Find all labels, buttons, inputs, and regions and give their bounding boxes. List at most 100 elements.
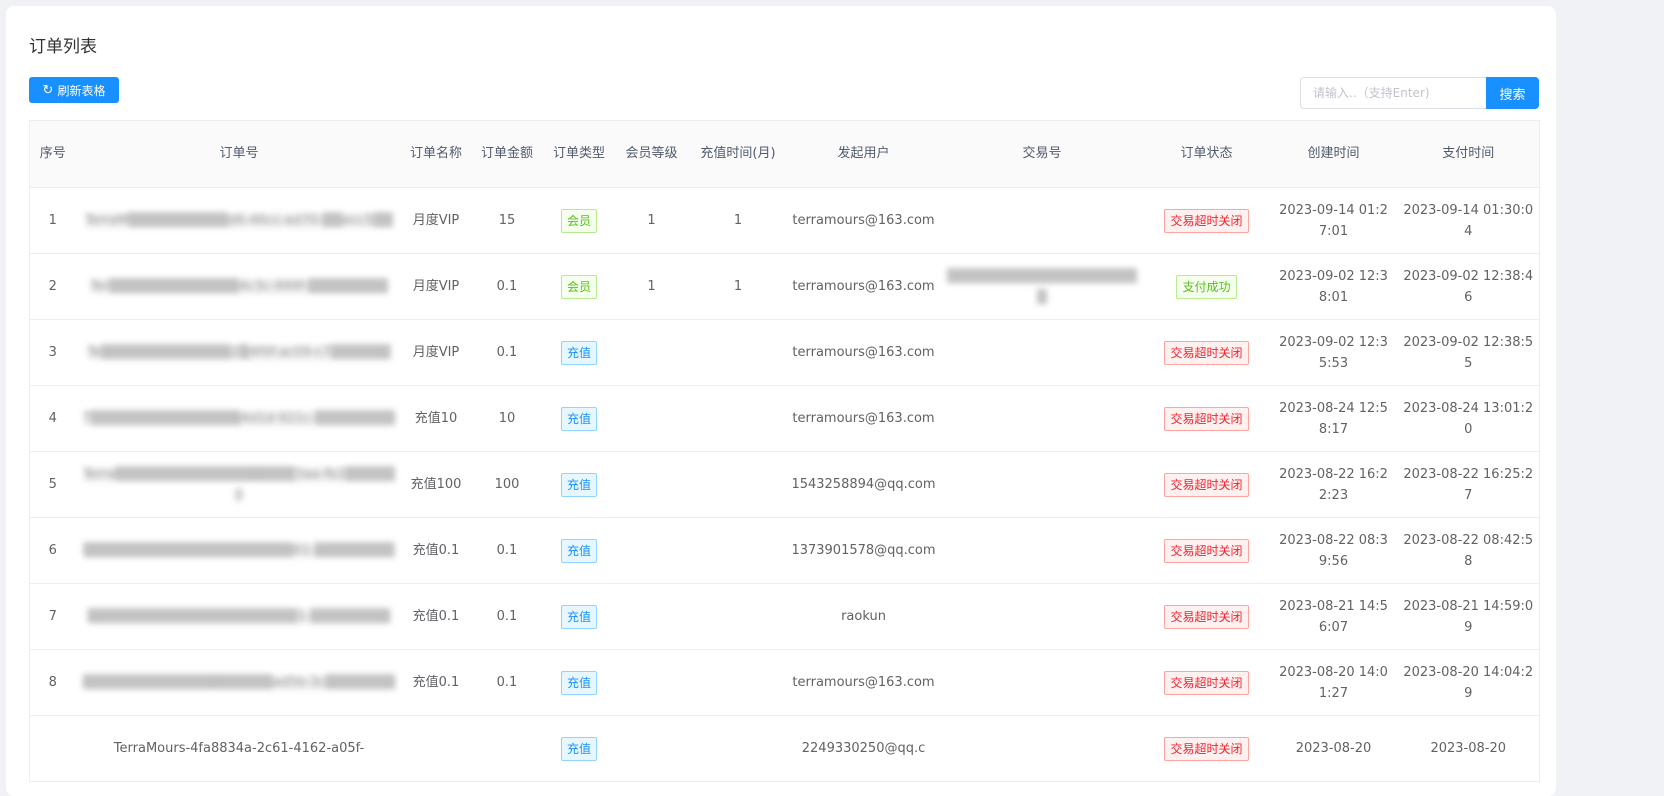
cell-paid: 2023-08-20 14:04:29 bbox=[1397, 649, 1540, 716]
cell-months bbox=[689, 319, 787, 386]
column-header: 支付时间 bbox=[1397, 120, 1540, 188]
cell-amount: 0.1 bbox=[469, 517, 545, 584]
table-row[interactable]: 3 Te▒▒▒▒▒▒▒▒▒▒▒▒▒2▒4f0f-ac09-c7▒▒▒▒▒▒ 月度VI… bbox=[29, 319, 1540, 386]
table-header-row: 序号 订单号 订单名称 订单金额 订单类型 会员等级 充值时间(月) 发起用户 交易号 订单状态创… bbox=[29, 120, 1540, 188]
page-title: 订单列表 bbox=[29, 37, 97, 57]
cell-text: raokun bbox=[841, 609, 886, 624]
search-button[interactable]: 搜索 bbox=[1486, 77, 1539, 109]
cell-seq: 3 bbox=[29, 319, 76, 386]
cell-text: 5 bbox=[48, 477, 57, 492]
refresh-table-button[interactable]: ↻ 刷新表格 bbox=[29, 77, 119, 103]
cell-text: 1 bbox=[647, 279, 656, 294]
cell-seq: 7 bbox=[29, 583, 76, 650]
cell-text: 1 bbox=[733, 279, 743, 294]
table-row[interactable]: 6 ▒▒▒▒▒▒▒▒▒▒▒▒▒▒▒▒▒▒▒▒▒61-▒▒▒▒▒▒▒▒ 充值0.1 0.… bbox=[29, 517, 1540, 584]
table-row[interactable]: 5 Terra▒▒▒▒▒▒▒▒▒▒▒▒▒▒▒▒▒▒3aa-fb2▒▒▒▒▒0 充值1… bbox=[29, 451, 1540, 518]
cell-status: 支付成功 bbox=[1143, 253, 1270, 320]
order-status-badge: 支付成功 bbox=[1176, 274, 1237, 299]
table-row[interactable]: 1 TerraM▒▒▒▒▒▒▒▒▒▒d6-46cc-ad70-▒▒ecc5▒▒ 月度… bbox=[29, 187, 1540, 254]
cell-created: 2023-08-20 bbox=[1269, 715, 1398, 782]
cell-text: 2023-09-02 12:38:46 bbox=[1403, 268, 1534, 305]
cell-trade-no bbox=[940, 385, 1144, 452]
cell-text: 月度VIP bbox=[412, 345, 460, 360]
order-status-badge: 交易超时关闭 bbox=[1164, 340, 1249, 365]
cell-text: 2023-09-02 12:35:53 bbox=[1279, 334, 1388, 371]
cell-name: 充值0.1 bbox=[402, 583, 470, 650]
order-type-tag: 充值 bbox=[560, 406, 597, 431]
cell-text: 2023-08-22 16:25:27 bbox=[1403, 466, 1534, 503]
cell-name: 充值100 bbox=[402, 451, 470, 518]
column-header: 订单名称 bbox=[402, 120, 470, 188]
cell-text: Te▒▒▒▒▒▒▒▒▒▒▒▒▒2▒4f0f-ac09-c7▒▒▒▒▒▒ bbox=[87, 345, 391, 360]
table-row[interactable]: 2 Ter▒▒▒▒▒▒▒▒▒▒▒▒▒4c3c-999f-▒▒▒▒▒▒▒▒ 月度VIP… bbox=[29, 253, 1540, 320]
cell-order-no: ▒▒▒▒▒▒▒▒▒▒▒▒▒▒▒▒▒▒▒▒▒61-▒▒▒▒▒▒▒▒ bbox=[75, 517, 403, 584]
cell-user: 2249330250@qq.c bbox=[786, 715, 941, 782]
cell-text: 2023-08-22 16:22:23 bbox=[1279, 466, 1388, 503]
cell-text: 2023-09-14 01:27:01 bbox=[1279, 202, 1388, 239]
cell-text: terramours@163.com bbox=[792, 675, 935, 690]
cell-level bbox=[613, 385, 690, 452]
cell-created: 2023-08-22 16:22:23 bbox=[1269, 451, 1398, 518]
cell-text: 月度VIP bbox=[412, 279, 460, 294]
table-row[interactable]: 4 T▒▒▒▒▒▒▒▒▒▒▒▒▒▒▒4d1d-921c-▒▒▒▒▒▒▒▒ 充值10 1… bbox=[29, 385, 1540, 452]
cell-seq: 2 bbox=[29, 253, 76, 320]
cell-text: ▒▒▒▒▒▒▒▒▒▒▒▒▒▒▒▒▒▒▒▒▒61-▒▒▒▒▒▒▒▒ bbox=[83, 543, 395, 558]
cell-type: 充值 bbox=[544, 583, 614, 650]
order-status-badge: 交易超时关闭 bbox=[1164, 472, 1249, 497]
cell-name bbox=[402, 715, 470, 782]
cell-trade-no bbox=[940, 451, 1144, 518]
cell-created: 2023-08-24 12:58:17 bbox=[1269, 385, 1398, 452]
cell-trade-no bbox=[940, 517, 1144, 584]
cell-name: 月度VIP bbox=[402, 253, 470, 320]
cell-name: 充值0.1 bbox=[402, 649, 470, 716]
cell-trade-no bbox=[940, 187, 1144, 254]
column-header: 发起用户 bbox=[786, 120, 941, 188]
cell-paid: 2023-08-22 08:42:58 bbox=[1397, 517, 1540, 584]
cell-text: 15 bbox=[498, 213, 516, 228]
table-row[interactable]: 8 ▒▒▒▒▒▒▒▒▒▒▒▒▒▒▒▒▒▒▒ad5b-3c▒▒▒▒▒▒▒ 充值0.1 0… bbox=[29, 649, 1540, 716]
cell-level bbox=[613, 649, 690, 716]
cell-seq: 6 bbox=[29, 517, 76, 584]
cell-order-no: ▒▒▒▒▒▒▒▒▒▒▒▒▒▒▒▒▒▒▒ad5b-3c▒▒▒▒▒▒▒ bbox=[75, 649, 403, 716]
search-input[interactable] bbox=[1300, 77, 1486, 109]
cell-months bbox=[689, 583, 787, 650]
cell-order-no: T▒▒▒▒▒▒▒▒▒▒▒▒▒▒▒4d1d-921c-▒▒▒▒▒▒▒▒ bbox=[75, 385, 403, 452]
cell-text: terramours@163.com bbox=[792, 411, 935, 426]
cell-amount: 0.1 bbox=[469, 649, 545, 716]
cell-type: 会员 bbox=[544, 187, 614, 254]
order-status-badge: 交易超时关闭 bbox=[1164, 208, 1249, 233]
cell-text: TerraM▒▒▒▒▒▒▒▒▒▒d6-46cc-ad70-▒▒ecc5▒▒ bbox=[84, 213, 394, 228]
order-type-tag: 充值 bbox=[560, 340, 597, 365]
cell-text: ▒▒▒▒▒▒▒▒▒▒▒▒▒▒▒▒▒▒▒ad5b-3c▒▒▒▒▒▒▒ bbox=[82, 675, 396, 690]
order-type-tag: 充值 bbox=[560, 604, 597, 629]
content-card: 订单列表 ↻ 刷新表格 搜索 序号订单号订单名称订单金额订单类型会员等级充值时间… bbox=[6, 6, 1556, 796]
cell-text: 3 bbox=[48, 345, 57, 360]
cell-months bbox=[689, 715, 787, 782]
cell-type: 充值 bbox=[544, 319, 614, 386]
cell-text: 2023-09-02 12:38:01 bbox=[1279, 268, 1388, 305]
cell-type: 会员 bbox=[544, 253, 614, 320]
cell-status: 交易超时关闭 bbox=[1143, 319, 1270, 386]
cell-text: 月度VIP bbox=[412, 213, 460, 228]
refresh-label: 刷新表格 bbox=[57, 83, 106, 98]
order-status-badge: 交易超时关闭 bbox=[1164, 736, 1249, 761]
cell-text: 2023-08-21 14:59:09 bbox=[1403, 598, 1534, 635]
cell-status: 交易超时关闭 bbox=[1143, 715, 1270, 782]
column-header: 创建时间 bbox=[1269, 120, 1398, 188]
cell-text: 0.1 bbox=[496, 279, 518, 294]
table-row[interactable]: TerraMours-4fa8834a-2c61-4162-a05f- 充值 224… bbox=[29, 715, 1540, 782]
cell-level: 1 bbox=[613, 253, 690, 320]
cell-order-no: TerraMours-4fa8834a-2c61-4162-a05f- bbox=[75, 715, 403, 782]
cell-text: 2023-09-02 12:38:55 bbox=[1403, 334, 1534, 371]
cell-paid: 2023-08-21 14:59:09 bbox=[1397, 583, 1540, 650]
cell-order-no: Terra▒▒▒▒▒▒▒▒▒▒▒▒▒▒▒▒▒▒3aa-fb2▒▒▒▒▒0 bbox=[75, 451, 403, 518]
cell-text: 1 bbox=[733, 213, 743, 228]
table-row[interactable]: 7 ▒▒▒▒▒▒▒▒▒▒▒▒▒▒▒▒▒▒▒▒▒1-▒▒▒▒▒▒▒▒ 充值0.1 0.1… bbox=[29, 583, 1540, 650]
cell-months bbox=[689, 385, 787, 452]
cell-user: terramours@163.com bbox=[786, 187, 941, 254]
search-box: 搜索 bbox=[1300, 77, 1539, 109]
cell-name: 充值0.1 bbox=[402, 517, 470, 584]
cell-text: 2 bbox=[48, 279, 57, 294]
cell-order-no: Ter▒▒▒▒▒▒▒▒▒▒▒▒▒4c3c-999f-▒▒▒▒▒▒▒▒ bbox=[75, 253, 403, 320]
cell-amount bbox=[469, 715, 545, 782]
